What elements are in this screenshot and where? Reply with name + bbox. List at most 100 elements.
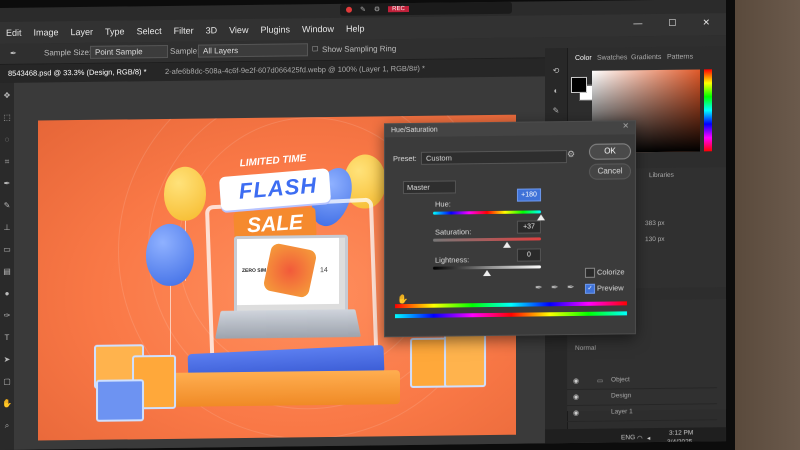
blend-mode-select[interactable]: Normal — [575, 345, 596, 352]
input-color-spectrum — [395, 301, 627, 309]
laptop-number-text: 14 — [320, 266, 328, 275]
preset-label: Preset: — [393, 153, 417, 164]
dialog-title[interactable]: Hue/Saturation — [385, 121, 635, 138]
crop-tool-icon[interactable]: ⌗ — [2, 157, 12, 167]
tab-libraries[interactable]: Libraries — [649, 172, 674, 179]
tab-color[interactable]: Color — [575, 55, 592, 62]
colorize-checkbox[interactable] — [585, 267, 595, 278]
sample-size-select[interactable]: Point Sample — [90, 44, 168, 59]
h-value[interactable]: 130 px — [645, 236, 665, 243]
adjustments-icon[interactable]: ◐ — [551, 86, 561, 96]
gear-capture-icon[interactable]: ⚙ — [374, 5, 380, 13]
yellow-balloon-left — [164, 166, 206, 221]
tab-active-document[interactable]: 8543468.psd @ 33.3% (Design, RGB/8) * — [8, 67, 147, 78]
path-select-tool-icon[interactable]: ➤ — [2, 355, 12, 365]
show-sampling-ring-label: Show Sampling Ring — [322, 44, 397, 55]
w-value[interactable]: 383 px — [645, 220, 665, 227]
close-icon[interactable]: ✕ — [696, 17, 716, 28]
menu-select[interactable]: Select — [131, 26, 168, 36]
window-controls: — ☐ ✕ — [627, 17, 716, 29]
tools-panel: ✥ ⬚ ◌ ⌗ ✒ ✎ ⊥ ▭ ▤ ● ✑ T ➤ ▢ ✋ ⌕ — [0, 82, 15, 450]
cancel-button[interactable]: Cancel — [589, 163, 631, 180]
channel-select[interactable]: Master — [403, 180, 456, 195]
volume-icon[interactable]: ◂ — [647, 434, 650, 442]
menu-edit[interactable]: Edit — [0, 28, 28, 38]
pen-tool-icon[interactable]: ✑ — [2, 311, 12, 321]
sample-select[interactable]: All Layers — [198, 43, 308, 58]
menu-type[interactable]: Type — [99, 26, 131, 36]
dialog-close-icon[interactable]: ✕ — [622, 121, 629, 130]
lightness-value-input[interactable]: 0 — [517, 248, 541, 262]
tab-gradients[interactable]: Gradients — [631, 54, 661, 61]
brush-settings-icon[interactable]: ✎ — [551, 106, 561, 116]
dodge-tool-icon[interactable]: ● — [2, 289, 12, 299]
eye-icon[interactable]: ◉ — [573, 393, 579, 401]
eyedropper-minus-icon[interactable]: ✒ — [567, 282, 575, 293]
wifi-icon[interactable]: ◠ — [637, 434, 643, 442]
capture-record-label[interactable]: REC — [388, 6, 409, 13]
monitor-screen: ✎ ⚙ REC Edit Image Layer Type Select Fil… — [0, 0, 726, 450]
brush-tool-icon[interactable]: ✎ — [2, 201, 12, 211]
eyedropper-icon[interactable]: ✒ — [10, 49, 17, 58]
gear-icon[interactable]: ⚙ — [567, 149, 575, 160]
pen-icon[interactable]: ✎ — [360, 6, 366, 14]
shape-tool-icon[interactable]: ▢ — [2, 377, 12, 387]
foreground-color-swatch[interactable] — [571, 76, 587, 94]
menu-3d[interactable]: 3D — [200, 25, 224, 35]
ok-button[interactable]: OK — [589, 143, 631, 160]
menu-view[interactable]: View — [223, 25, 254, 35]
menu-filter[interactable]: Filter — [168, 26, 200, 36]
zoom-tool-icon[interactable]: ⌕ — [2, 421, 12, 431]
folder-icon: ▭ — [597, 377, 604, 385]
maximize-icon[interactable]: ☐ — [662, 18, 682, 29]
type-tool-icon[interactable]: T — [2, 333, 12, 343]
podium-base — [168, 370, 400, 407]
saturation-slider-thumb[interactable] — [502, 241, 511, 248]
output-color-spectrum[interactable] — [395, 311, 627, 319]
lightness-slider-thumb[interactable] — [483, 270, 491, 277]
tab-patterns[interactable]: Patterns — [667, 54, 693, 61]
clock-time[interactable]: 3:12 PM — [669, 430, 693, 437]
laptop-keyboard — [215, 309, 361, 339]
menu-window[interactable]: Window — [296, 24, 340, 35]
layer-row[interactable]: ◉ Layer 1 — [567, 403, 717, 423]
marquee-tool-icon[interactable]: ⬚ — [2, 113, 12, 123]
lasso-tool-icon[interactable]: ◌ — [2, 135, 12, 145]
eyedropper-plus-icon[interactable]: ✒ — [551, 282, 559, 293]
tab-swatches[interactable]: Swatches — [597, 54, 627, 61]
show-sampling-ring-checkbox[interactable]: ☐ — [312, 45, 318, 53]
eyedropper-icon[interactable]: ✒ — [535, 282, 543, 293]
minimize-icon[interactable]: — — [627, 18, 648, 29]
move-tool-icon[interactable]: ✥ — [2, 91, 12, 101]
preview-checkbox[interactable]: ✓ — [585, 283, 595, 294]
color-hue-strip[interactable] — [704, 69, 712, 152]
menu-layer[interactable]: Layer — [65, 27, 100, 37]
tab-webp-document[interactable]: 2-afe6b8dc-508a-4c6f-9e2f-607d066425fd.w… — [165, 64, 425, 76]
menu-plugins[interactable]: Plugins — [254, 24, 296, 35]
sample-size-label: Sample Size: — [44, 47, 92, 58]
saturation-slider-track[interactable] — [433, 237, 541, 242]
stamp-tool-icon[interactable]: ⊥ — [2, 223, 12, 233]
hue-label: Hue: — [435, 199, 451, 209]
laptop-brand-text: ZERO SIM — [242, 267, 267, 275]
preset-select[interactable]: Custom — [421, 150, 567, 165]
saturation-value-input[interactable]: +37 — [517, 220, 541, 234]
hand-tool-icon[interactable]: ✋ — [2, 399, 12, 409]
eraser-tool-icon[interactable]: ▭ — [2, 245, 12, 255]
gradient-tool-icon[interactable]: ▤ — [2, 267, 12, 277]
lightness-label: Lightness: — [435, 255, 470, 265]
hue-value-input[interactable]: +180 — [517, 188, 541, 202]
history-icon[interactable]: ⟲ — [551, 66, 561, 76]
record-dot-icon[interactable] — [346, 6, 352, 13]
laptop-graphic — [262, 242, 318, 299]
color-panel-tabs: Color Swatches Gradients Patterns — [567, 51, 726, 67]
hue-slider-track[interactable] — [433, 210, 541, 215]
language-indicator[interactable]: ENG — [621, 434, 635, 441]
eyedropper-tool-icon[interactable]: ✒ — [2, 179, 12, 189]
balloon-string — [170, 285, 171, 356]
preview-label: Preview — [597, 283, 624, 293]
eye-icon[interactable]: ◉ — [573, 377, 579, 385]
eye-icon[interactable]: ◉ — [573, 409, 579, 417]
menu-help[interactable]: Help — [340, 23, 371, 34]
menu-image[interactable]: Image — [28, 27, 65, 37]
